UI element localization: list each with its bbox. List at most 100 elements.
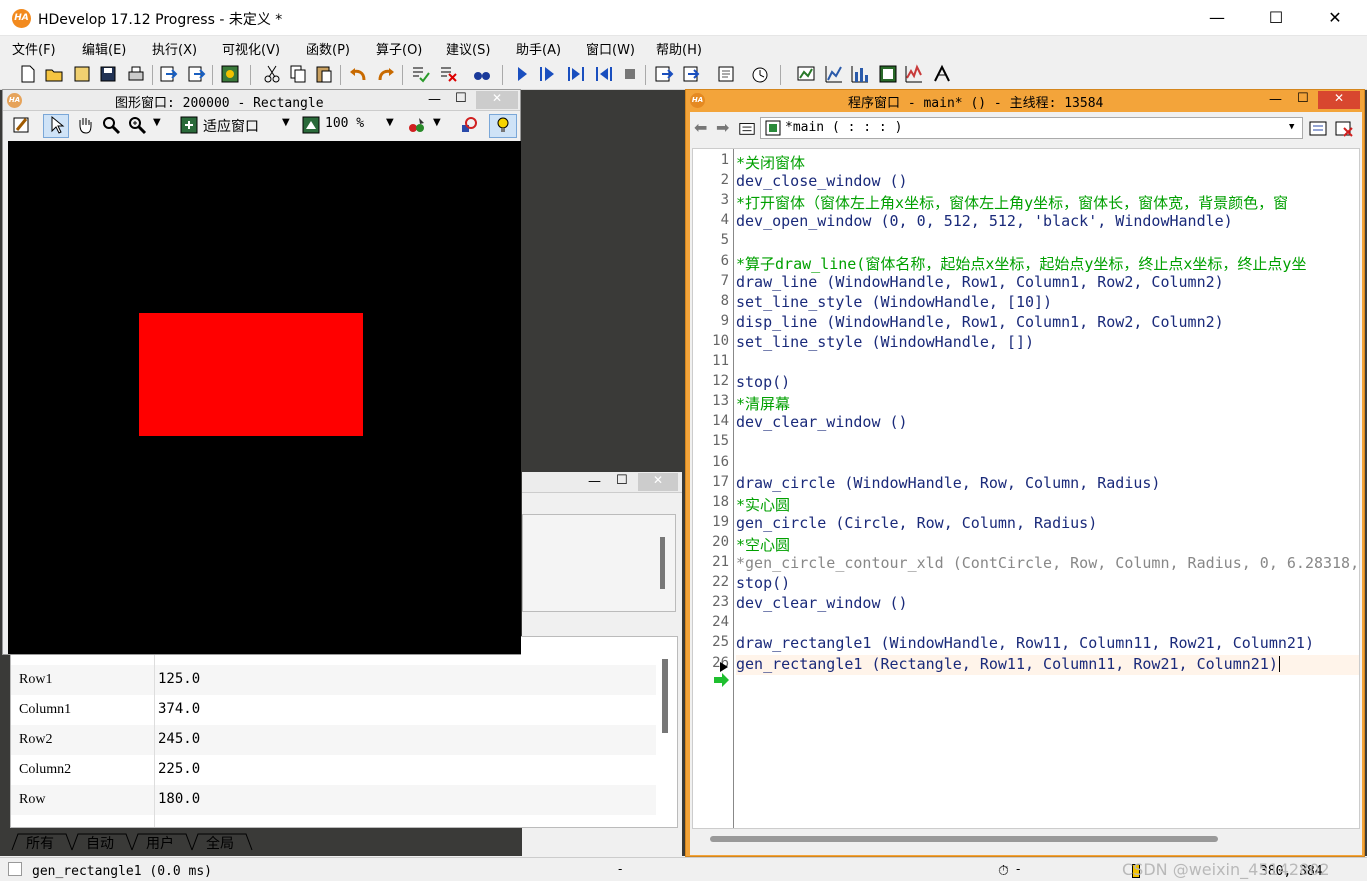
delete-procedure-icon[interactable] — [1334, 118, 1354, 138]
import-icon[interactable] — [158, 64, 178, 84]
chevron-down-icon[interactable]: ▼ — [1289, 122, 1294, 132]
code-line[interactable]: gen_rectangle1 (Rectangle, Row11, Column… — [736, 654, 1359, 675]
color-settings-icon[interactable] — [407, 115, 427, 135]
menu-assistants[interactable]: 助手(A) — [516, 39, 561, 58]
inspect-icon[interactable] — [459, 115, 479, 135]
code-line[interactable]: dev_open_window (0, 0, 512, 512, 'black'… — [736, 212, 1233, 232]
table-row[interactable]: Column1 374.0 — [11, 695, 656, 725]
open-example-icon[interactable] — [72, 64, 92, 84]
copy-icon[interactable] — [288, 64, 308, 84]
chevron-down-icon[interactable]: ▼ — [433, 117, 441, 128]
zoom-level-icon[interactable] — [301, 115, 321, 135]
menu-visualize[interactable]: 可视化(V) — [222, 39, 280, 58]
pointer-icon[interactable] — [47, 115, 67, 135]
code-line[interactable]: *gen_circle_contour_xld (ContCircle, Row… — [736, 554, 1359, 574]
code-line[interactable]: set_line_style (WindowHandle, [10]) — [736, 293, 1052, 313]
close-subwindow-button[interactable]: ✕ — [476, 91, 518, 109]
run-icon[interactable] — [512, 64, 532, 84]
fit-window-label[interactable]: 适应窗口 — [203, 116, 259, 136]
tab-all[interactable]: 所有 — [26, 833, 54, 853]
gray-histogram-icon[interactable] — [824, 64, 844, 84]
procedure-list-icon[interactable] — [738, 119, 756, 137]
undo-icon[interactable] — [348, 64, 368, 84]
step-over-icon[interactable] — [566, 64, 586, 84]
table-row[interactable]: Column2 225.0 — [11, 755, 656, 785]
maximize-subwindow-button[interactable]: ☐ — [616, 473, 628, 488]
code-line[interactable]: draw_circle (WindowHandle, Row, Column, … — [736, 474, 1160, 494]
minimize-button[interactable]: — — [1188, 0, 1246, 36]
menu-execute[interactable]: 执行(X) — [152, 39, 197, 58]
menu-suggestions[interactable]: 建议(S) — [446, 39, 490, 58]
code-line[interactable]: draw_line (WindowHandle, Row1, Column1, … — [736, 273, 1224, 293]
close-subwindow-button[interactable]: ✕ — [638, 473, 678, 491]
find-icon[interactable] — [472, 64, 492, 84]
chevron-down-icon[interactable]: ▼ — [386, 117, 394, 128]
code-editor[interactable]: 1 2 3 4 5 6 7 8 9 10 11 12 13 14 15 16 17 18 19 20 21 22 23 24 2… — [692, 148, 1360, 829]
step-into-icon[interactable] — [654, 64, 674, 84]
activate-icon[interactable] — [410, 64, 430, 84]
export-icon[interactable] — [186, 64, 206, 84]
menu-help[interactable]: 帮助(H) — [656, 39, 702, 58]
table-row[interactable]: Row 180.0 — [11, 785, 656, 815]
new-file-icon[interactable] — [18, 64, 38, 84]
code-line[interactable]: *实心圆 — [736, 494, 790, 514]
table-row[interactable]: Row1 125.0 — [11, 665, 656, 695]
procedure-select[interactable]: *main ( : : : ) ▼ — [760, 117, 1303, 139]
minimize-subwindow-button[interactable]: — — [428, 92, 441, 107]
chevron-down-icon[interactable]: ▼ — [153, 117, 161, 128]
tab-auto[interactable]: 自动 — [86, 833, 114, 853]
code-line[interactable]: dev_close_window () — [736, 172, 908, 192]
zoom-icon[interactable] — [127, 115, 147, 135]
menu-file[interactable]: 文件(F) — [12, 39, 56, 58]
maximize-subwindow-button[interactable]: ☐ — [455, 91, 467, 106]
redo-icon[interactable] — [376, 64, 396, 84]
chevron-down-icon[interactable]: ▼ — [282, 117, 290, 128]
image-acquisition-icon[interactable] — [796, 64, 816, 84]
minimize-subwindow-button[interactable]: — — [588, 474, 601, 489]
editor-horizontal-scrollbar[interactable] — [692, 831, 1360, 845]
maximize-button[interactable]: ☐ — [1247, 0, 1305, 36]
step-icon[interactable] — [538, 64, 558, 84]
menu-window[interactable]: 窗口(W) — [586, 39, 635, 58]
code-line[interactable]: *关闭窗体 — [736, 152, 805, 172]
cut-icon[interactable] — [262, 64, 282, 84]
code-line[interactable]: *清屏幕 — [736, 393, 790, 413]
save-icon[interactable] — [98, 64, 118, 84]
feature-inspection-icon[interactable] — [878, 64, 898, 84]
properties-icon[interactable] — [220, 64, 240, 84]
code-line[interactable]: disp_line (WindowHandle, Row1, Column1, … — [736, 313, 1224, 333]
stop-icon[interactable] — [620, 64, 640, 84]
code-line[interactable]: stop() — [736, 574, 790, 594]
profiler-icon[interactable] — [750, 64, 770, 84]
code-line[interactable]: set_line_style (WindowHandle, []) — [736, 333, 1034, 353]
minimize-subwindow-button[interactable]: — — [1269, 92, 1282, 107]
iconic-variables-scrollbar[interactable] — [660, 537, 665, 589]
magnify-icon[interactable] — [101, 115, 121, 135]
edit-procedure-icon[interactable] — [1308, 118, 1328, 138]
code-line[interactable]: dev_clear_window () — [736, 413, 908, 433]
paste-icon[interactable] — [314, 64, 334, 84]
zoom-level-label[interactable]: 100 % — [325, 116, 364, 131]
step-out-icon[interactable] — [682, 64, 702, 84]
print-icon[interactable] — [126, 64, 146, 84]
line-profile-icon[interactable] — [904, 64, 924, 84]
ocv-icon[interactable] — [932, 64, 952, 84]
code-line[interactable]: dev_clear_window () — [736, 594, 908, 614]
back-arrow-icon[interactable]: ⬅ — [694, 118, 707, 137]
close-subwindow-button[interactable]: ✕ — [1318, 91, 1360, 109]
deactivate-icon[interactable] — [438, 64, 458, 84]
open-file-icon[interactable] — [44, 64, 64, 84]
code-line[interactable]: *打开窗体（窗体左上角x坐标，窗体左上角y坐标，窗体长，窗体宽，背景颜色，窗 — [736, 192, 1288, 212]
scrollbar-thumb[interactable] — [710, 836, 1218, 842]
menu-procedures[interactable]: 函数(P) — [306, 39, 350, 58]
tab-global[interactable]: 全局 — [206, 833, 234, 853]
code-line[interactable]: *空心圆 — [736, 534, 790, 554]
pan-hand-icon[interactable] — [75, 115, 95, 135]
maximize-subwindow-button[interactable]: ☐ — [1297, 91, 1309, 106]
variables-scrollbar[interactable] — [662, 659, 668, 733]
code-line[interactable]: *算子draw_line(窗体名称，起始点x坐标，起始点y坐标，终止点x坐标，终… — [736, 253, 1306, 273]
code-line[interactable]: gen_circle (Circle, Row, Column, Radius) — [736, 514, 1097, 534]
tab-user[interactable]: 用户 — [146, 833, 174, 853]
graphics-canvas[interactable] — [8, 141, 521, 654]
lightbulb-icon[interactable] — [493, 115, 513, 135]
